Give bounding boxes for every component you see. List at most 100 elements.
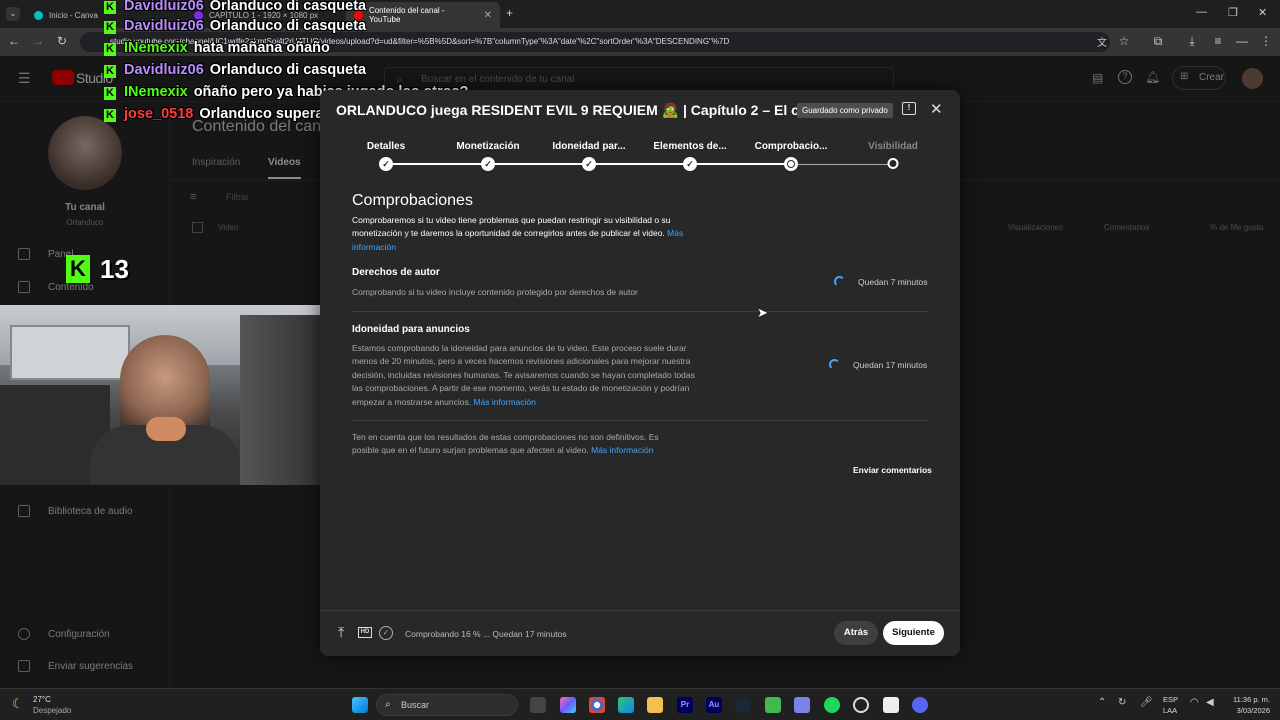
copyright-body: Comprobando si tu video incluye contenid… [352,287,638,297]
forward-icon[interactable]: → [30,34,46,48]
pending-step-dot [887,158,899,169]
back-icon[interactable]: ← [6,34,22,48]
teams-icon[interactable] [794,697,810,713]
intro-text: Comprobaremos si tu video tiene problema… [352,214,702,254]
premiere-icon[interactable]: Pr [677,697,693,713]
extensions-icon[interactable]: ⧉ [1150,34,1166,49]
step-checks[interactable]: Comprobacio... [755,141,828,152]
copilot-icon[interactable] [560,697,576,713]
step-ad-suitability[interactable]: Idoneidad par... [552,141,625,152]
step-monetization[interactable]: Monetización [456,141,519,152]
new-tab-button[interactable]: + [506,6,513,20]
tray-mic-icon[interactable]: 🎤︎ [1140,697,1153,708]
maximize-icon[interactable]: ❐ [1228,6,1238,19]
loading-spinner-icon [829,359,840,370]
kick-icon: K [104,87,116,100]
steam-icon[interactable] [735,697,751,713]
discord-icon[interactable] [912,697,928,713]
check-icon: ✓ [481,157,495,171]
webcam-hands [146,417,186,441]
weather-desc[interactable]: Despejado [33,706,71,715]
input-layout[interactable]: LAA [1163,706,1177,715]
divider [352,420,928,421]
taskbar-search-box[interactable]: ⌕ Buscar [376,694,518,716]
mouse-cursor-icon: ➤ [757,305,768,320]
section-heading: Comprobaciones [352,192,473,209]
audition-icon[interactable]: Au [706,697,722,713]
close-tab-icon[interactable]: ✕ [484,10,492,21]
back-button[interactable]: Atrás [834,621,878,645]
input-language[interactable]: ESP [1163,695,1178,704]
privacy-badge: Guardado como privado [797,103,893,118]
close-window-icon[interactable]: ✕ [1258,6,1267,19]
translate-icon[interactable]: 文 [1094,34,1110,49]
more-menu-icon[interactable]: ⋮ [1258,34,1274,48]
chat-message: K Davidluiz06 Orlanduco di casqueta [104,17,366,35]
tray-sync-icon[interactable]: ↻ [1118,697,1126,708]
upload-dialog: ORLANDUCO juega RESIDENT EVIL 9 REQUIEM … [320,90,960,656]
webcam-shelves [10,325,130,380]
profile-menu-icon[interactable]: — [1234,34,1250,48]
chat-user: jose_0518 [124,106,194,122]
chat-user: Davidluiz06 [124,18,204,34]
chat-text: Orlanduco di casqueta [209,18,367,34]
clock-time[interactable]: 11:36 p. m. [1222,695,1270,704]
capcut-icon[interactable] [883,697,899,713]
upload-status-text: Comprobando 16 % ... Quedan 17 minutos [405,629,567,639]
obs-icon[interactable] [853,697,869,713]
intro-body: Comprobaremos si tu video tiene problema… [352,215,671,239]
reload-icon[interactable]: ↻ [54,34,70,48]
file-explorer-icon[interactable] [647,697,663,713]
volume-icon[interactable]: ◀︎ [1206,697,1214,708]
kick-icon: K [104,1,116,14]
hd-icon: HD [358,627,372,638]
check-icon: ✓ [582,157,596,171]
webcam-feed [0,305,320,485]
webcam-foam-panel [240,315,320,485]
app-icon[interactable] [765,697,781,713]
copyright-title: Derechos de autor [352,267,440,278]
task-view-icon[interactable] [530,697,546,713]
tab-youtube[interactable]: Contenido del canal - YouTube ✕ [346,2,500,28]
media-icon[interactable]: ≡ [1210,34,1226,48]
learn-more-link[interactable]: Más información [473,397,535,407]
kick-icon: K [104,65,116,78]
step-visibility[interactable]: Visibilidad [868,141,918,152]
chat-text: Orlanduco di casqueta [209,62,367,78]
tab-title: Inicio - Canva [49,10,98,20]
stepper-line-remaining [792,164,893,165]
weather-moon-icon: ☾ [12,696,24,711]
step-elements[interactable]: Elementos de... [653,141,726,152]
tray-chevron-icon[interactable]: ⌃ [1098,697,1106,708]
check-icon: ✓ [683,157,697,171]
check-icon: ✓ [379,157,393,171]
minimize-icon[interactable]: — [1196,6,1207,18]
kick-icon: K [104,43,116,56]
chrome-icon[interactable] [589,697,605,713]
send-feedback-button[interactable]: Enviar comentarios [853,465,932,475]
bookmark-star-icon[interactable]: ☆ [1116,34,1132,48]
learn-more-link[interactable]: Más información [591,445,653,455]
chat-user: INemexix [124,84,188,100]
wifi-icon[interactable]: ◠ [1190,697,1199,708]
weather-temp[interactable]: 27°C [33,695,51,704]
close-icon[interactable]: ✕ [930,100,943,118]
dialog-footer: ⤒ HD ✓ Comprobando 16 % ... Quedan 17 mi… [320,610,960,656]
clock-date[interactable]: 3/03/2026 [1222,706,1270,715]
search-icon: ⌕ [385,699,391,710]
chat-text: hata mañana oñaño [193,40,330,56]
next-button[interactable]: Siguiente [883,621,944,645]
tab-search-icon[interactable]: ⌄ [6,7,20,21]
chat-user: Davidluiz06 [124,62,204,78]
windows-start-icon[interactable] [352,697,368,713]
step-details[interactable]: Detalles [367,141,405,152]
spotify-icon[interactable] [824,697,840,713]
report-icon[interactable]: ! [902,102,916,115]
loading-spinner-icon [834,276,845,287]
copyright-status: Quedan 7 minutos [858,277,928,287]
edge-icon[interactable] [618,697,634,713]
kick-logo-icon: K [66,255,90,283]
ads-title: Idoneidad para anuncios [352,324,470,335]
download-icon[interactable]: ⤓ [1184,34,1200,49]
divider [352,311,928,312]
